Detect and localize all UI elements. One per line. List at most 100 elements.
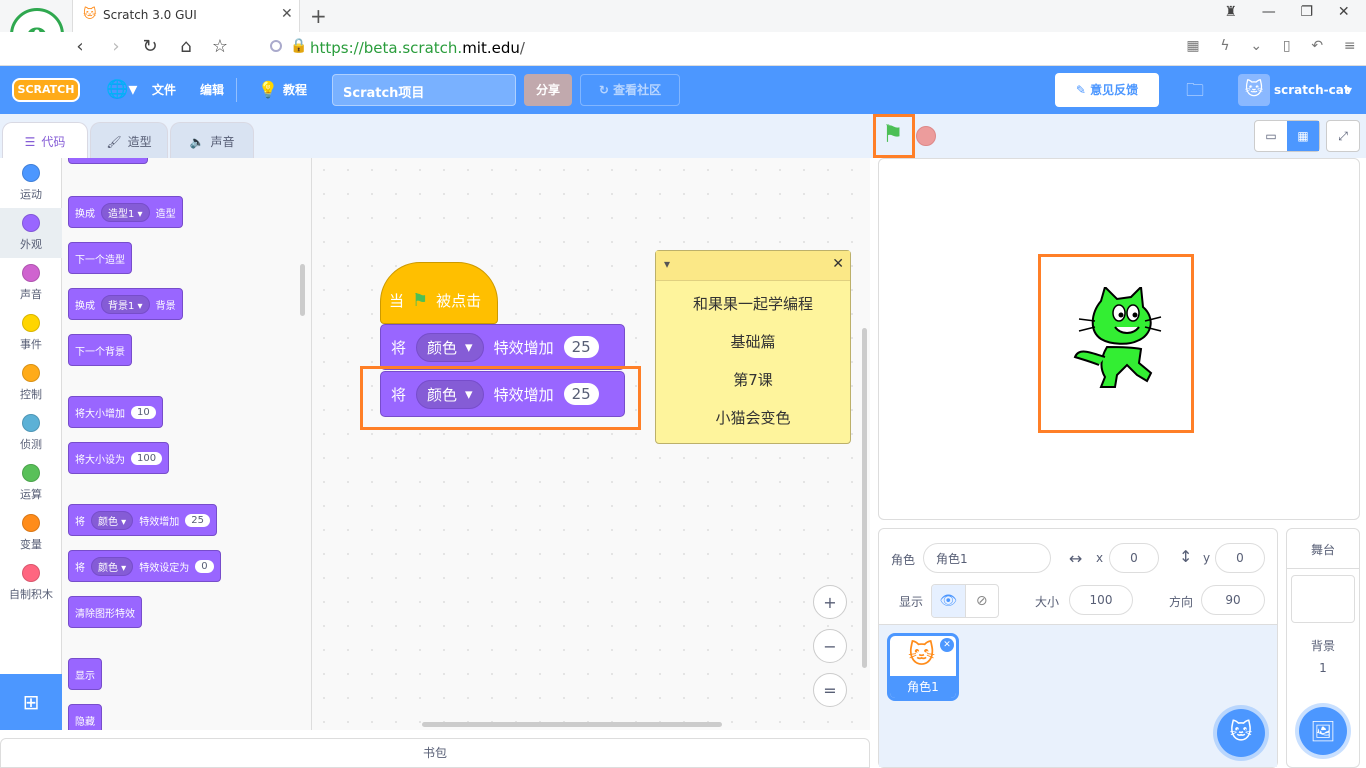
category-operators[interactable]: 运算 (0, 458, 62, 508)
green-flag-button[interactable]: ⚑ (882, 120, 904, 148)
edit-menu[interactable]: 编辑 (200, 66, 224, 114)
stop-button[interactable] (916, 126, 936, 146)
add-backdrop-button[interactable]: 🖼 (1299, 707, 1347, 755)
comment-collapse-icon[interactable]: ▾ (664, 257, 670, 271)
block-hide[interactable]: 隐藏 (68, 704, 102, 730)
my-stuff-folder-icon[interactable]: 🗀 (1186, 78, 1204, 108)
url-field[interactable]: https://beta.scratch.mit.edu/ (310, 39, 525, 57)
tutorials-bulb-icon[interactable]: 💡 (258, 66, 278, 114)
block-set-effect[interactable]: 将颜色 ▾ 特效设定为 0 (68, 550, 221, 582)
tab-code[interactable]: ☰ 代码 (2, 122, 88, 160)
tab-sounds[interactable]: 🔈 声音 (170, 122, 254, 160)
block-partial[interactable] (68, 158, 148, 164)
hide-eye-icon[interactable]: ⊘ (964, 585, 999, 617)
zoom-out-button[interactable]: − (813, 629, 847, 663)
comment-note[interactable]: ▾ ✕ 和果果一起学编程 基础篇 第7课 小猫会变色 (655, 250, 851, 444)
zoom-reset-button[interactable]: = (813, 673, 847, 707)
category-sensing[interactable]: 侦测 (0, 408, 62, 458)
workspace-h-scrollbar[interactable] (422, 722, 722, 727)
block-next-backdrop[interactable]: 下一个背景 (68, 334, 132, 366)
delete-sprite-icon[interactable]: ✕ (940, 638, 954, 652)
block-switch-costume[interactable]: 换成 造型1 ▾ 造型 (68, 196, 183, 228)
sprite-name-input[interactable]: 角色1 (923, 543, 1051, 573)
script-workspace[interactable]: 当 ⚑ 被点击 将 颜色 ▾ 特效增加 25 将 颜色 ▾ 特效增加 25 ▾ ✕ … (312, 158, 870, 730)
skin-icon[interactable]: ♜ (1224, 4, 1237, 28)
workspace-v-scrollbar[interactable] (862, 328, 867, 668)
close-window-icon[interactable]: ✕ (1338, 4, 1350, 28)
block-clear-effects[interactable]: 清除图形特效 (68, 596, 142, 628)
project-title-input[interactable]: Scratch项目 (332, 74, 516, 106)
effect-value-input-1[interactable]: 25 (563, 336, 599, 358)
stage-selector[interactable]: 舞台 背景 1 🖼 (1286, 528, 1360, 768)
category-my-blocks[interactable]: 自制积木 (0, 558, 62, 608)
block-change-effect[interactable]: 将颜色 ▾ 特效增加 25 (68, 504, 217, 536)
file-menu[interactable]: 文件 (152, 66, 176, 114)
favorite-star-icon[interactable]: ☆ (208, 32, 232, 62)
category-motion[interactable]: 运动 (0, 158, 62, 208)
block-next-costume[interactable]: 下一个造型 (68, 242, 132, 274)
green-cat-sprite[interactable] (1071, 287, 1167, 391)
username[interactable]: scratch-cat (1274, 66, 1350, 114)
category-variables[interactable]: 变量 (0, 508, 62, 558)
fullscreen-icon[interactable]: ⤢ (1326, 120, 1360, 152)
qr-icon[interactable]: ▦ (1186, 38, 1199, 60)
when-flag-clicked-block[interactable]: 当 ⚑ 被点击 (380, 262, 498, 324)
home-icon[interactable]: ⌂ (174, 32, 198, 62)
stage-backdrop-thumbnail[interactable] (1291, 575, 1355, 623)
change-effect-block-1[interactable]: 将 颜色 ▾ 特效增加 25 (380, 324, 625, 370)
effect-set-input[interactable]: 0 (195, 559, 214, 573)
menu-icon[interactable]: ≡ (1344, 38, 1356, 60)
block-show[interactable]: 显示 (68, 658, 102, 690)
scratch-logo[interactable]: SCRATCH (12, 78, 80, 102)
undo-icon[interactable]: ↶ (1311, 38, 1323, 60)
palette-scrollbar[interactable] (300, 264, 305, 316)
effect-set-dropdown[interactable]: 颜色 ▾ (91, 556, 134, 576)
backdrop-dropdown[interactable]: 背景1 ▾ (101, 294, 150, 314)
reading-icon[interactable]: ▯ (1283, 38, 1291, 60)
category-looks[interactable]: 外观 (0, 208, 62, 258)
tab-costumes[interactable]: 🖌 造型 (90, 122, 168, 160)
add-sprite-button[interactable]: 🐱 (1217, 709, 1265, 757)
comment-header[interactable]: ▾ ✕ (656, 251, 850, 281)
back-icon[interactable]: ‹ (68, 32, 92, 62)
y-input[interactable]: 0 (1215, 543, 1265, 573)
tutorials-menu[interactable]: 教程 (283, 66, 307, 114)
avatar[interactable]: 🐱 (1238, 74, 1270, 106)
costume-dropdown[interactable]: 造型1 ▾ (101, 202, 150, 222)
comment-close-icon[interactable]: ✕ (832, 256, 844, 272)
lightning-icon[interactable]: ϟ (1220, 38, 1229, 60)
show-eye-icon[interactable]: 👁 (932, 585, 965, 617)
size-input[interactable]: 100 (1069, 585, 1133, 615)
category-control[interactable]: 控制 (0, 358, 62, 408)
effect-dropdown-2[interactable]: 颜色 ▾ (416, 379, 484, 409)
account-chevron-down-icon[interactable]: ▾ (1346, 66, 1352, 114)
large-stage-icon[interactable]: ▦ (1287, 121, 1319, 151)
reload-icon[interactable]: ↻ (138, 32, 162, 62)
size-set-input[interactable]: 100 (131, 451, 163, 465)
chevron-down-icon[interactable]: ⌄ (1250, 38, 1262, 60)
language-globe-icon[interactable]: 🌐▾ (106, 66, 137, 114)
stage-canvas[interactable] (878, 158, 1360, 520)
zoom-in-button[interactable]: + (813, 585, 847, 619)
category-events[interactable]: 事件 (0, 308, 62, 358)
effect-change-input[interactable]: 25 (185, 513, 210, 527)
new-tab-icon[interactable]: + (310, 4, 327, 28)
sprite-thumbnail[interactable]: 🐱 ✕ 角色1 (887, 633, 959, 701)
effect-dropdown-1[interactable]: 颜色 ▾ (416, 332, 484, 362)
add-extension-button[interactable]: ⊞ (0, 674, 62, 730)
block-change-size[interactable]: 将大小增加 10 (68, 396, 163, 428)
small-stage-icon[interactable]: ▭ (1255, 121, 1287, 151)
category-sound[interactable]: 声音 (0, 258, 62, 308)
effect-dropdown[interactable]: 颜色 ▾ (91, 510, 134, 530)
effect-value-input-2[interactable]: 25 (563, 383, 599, 405)
tab-close-icon[interactable]: ✕ (281, 6, 293, 22)
browser-tab[interactable]: 🐱 Scratch 3.0 GUI ✕ (72, 0, 300, 32)
direction-input[interactable]: 90 (1201, 585, 1265, 615)
block-set-size[interactable]: 将大小设为 100 (68, 442, 170, 474)
share-button[interactable]: 分享 (524, 74, 572, 106)
comment-text[interactable]: 和果果一起学编程 基础篇 第7课 小猫会变色 (656, 281, 850, 437)
change-effect-block-2[interactable]: 将 颜色 ▾ 特效增加 25 (380, 371, 625, 417)
size-change-input[interactable]: 10 (131, 405, 156, 419)
see-community-button[interactable]: ↻ 查看社区 (580, 74, 680, 106)
block-switch-backdrop[interactable]: 换成 背景1 ▾ 背景 (68, 288, 183, 320)
